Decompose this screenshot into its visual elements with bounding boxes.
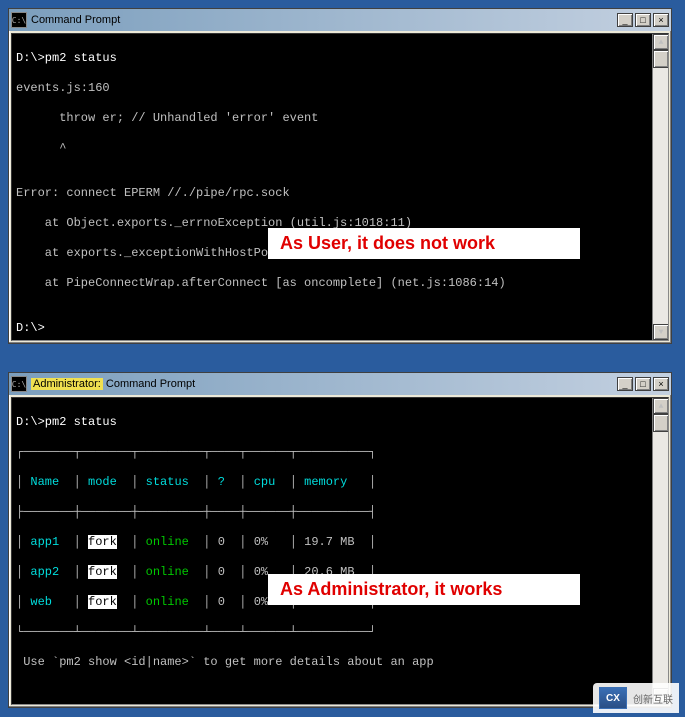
scroll-thumb[interactable] <box>653 50 669 68</box>
col-mode: mode <box>88 475 117 489</box>
close-button[interactable]: × <box>653 13 669 27</box>
cell-mode: fork <box>88 595 117 609</box>
window-title: Command Prompt <box>31 14 615 26</box>
minimize-button[interactable]: _ <box>617 13 633 27</box>
cell-mode: fork <box>88 535 117 549</box>
console-line: D:\>pm2 status <box>16 415 664 430</box>
cell-name: web <box>30 595 52 609</box>
annotation-admin: As Administrator, it works <box>268 574 580 605</box>
watermark-logo-icon: CX <box>599 687 627 709</box>
table-row: │ app1 │ fork │ online │ 0 │ 0% │ 19.7 M… <box>16 535 664 550</box>
console-output[interactable]: D:\>pm2 status ┌───────┬───────┬────────… <box>11 397 669 705</box>
maximize-button[interactable]: □ <box>635 377 651 391</box>
titlebar[interactable]: C:\ Administrator: Command Prompt _ □ × <box>9 373 671 395</box>
cell-name: app1 <box>30 535 59 549</box>
cell-cpu: 0% <box>254 535 268 549</box>
cmd-icon: C:\ <box>11 376 27 392</box>
console-output[interactable]: D:\>pm2 status events.js:160 throw er; /… <box>11 33 669 341</box>
scroll-track[interactable] <box>653 432 668 688</box>
admin-prefix: Administrator: <box>31 378 103 390</box>
scroll-down-icon[interactable]: ▼ <box>653 324 669 340</box>
cell-status: online <box>146 535 189 549</box>
console-line: events.js:160 <box>16 81 664 96</box>
cell-status: online <box>146 565 189 579</box>
window-title: Administrator: Command Prompt <box>31 378 615 390</box>
cell-status: online <box>146 595 189 609</box>
console-line: throw er; // Unhandled 'error' event <box>16 111 664 126</box>
admin-cmd-window: C:\ Administrator: Command Prompt _ □ × … <box>8 372 672 708</box>
console-line: Error: connect EPERM //./pipe/rpc.sock <box>16 186 664 201</box>
console-blank <box>16 685 664 700</box>
cell-q: 0 <box>218 595 225 609</box>
console-line: at PipeConnectWrap.afterConnect [as onco… <box>16 276 664 291</box>
col-cpu: cpu <box>254 475 276 489</box>
table-header-row: │ Name │ mode │ status │ ? │ cpu │ memor… <box>16 475 664 490</box>
console-hint: Use `pm2 show <id|name>` to get more det… <box>16 655 664 670</box>
cell-cpu: 0% <box>254 595 268 609</box>
scroll-track[interactable] <box>653 68 668 324</box>
col-memory: memory <box>304 475 347 489</box>
cell-memory: 19.7 MB <box>304 535 354 549</box>
watermark: CX 创新互联 <box>593 683 679 713</box>
cell-q: 0 <box>218 565 225 579</box>
minimize-button[interactable]: _ <box>617 377 633 391</box>
col-name: Name <box>30 475 59 489</box>
title-rest: Command Prompt <box>103 378 195 390</box>
cell-mode: fork <box>88 565 117 579</box>
close-button[interactable]: × <box>653 377 669 391</box>
window-controls: _ □ × <box>615 13 669 27</box>
window-controls: _ □ × <box>615 377 669 391</box>
console-line: ^ <box>16 141 664 156</box>
table-border: └───────┴───────┴─────────┴────┴──────┴─… <box>16 625 664 640</box>
cmd-icon: C:\ <box>11 12 27 28</box>
watermark-text: 创新互联 <box>633 691 673 706</box>
table-border: ├───────┼───────┼─────────┼────┼──────┼─… <box>16 505 664 520</box>
vertical-scrollbar[interactable]: ▲ ▼ <box>652 34 668 340</box>
col-status: status <box>146 475 189 489</box>
scroll-up-icon[interactable]: ▲ <box>653 398 669 414</box>
titlebar[interactable]: C:\ Command Prompt _ □ × <box>9 9 671 31</box>
vertical-scrollbar[interactable]: ▲ ▼ <box>652 398 668 704</box>
col-q: ? <box>218 475 225 489</box>
console-line: D:\>pm2 status <box>16 51 664 66</box>
user-cmd-window: C:\ Command Prompt _ □ × D:\>pm2 status … <box>8 8 672 344</box>
table-border: ┌───────┬───────┬─────────┬────┬──────┬─… <box>16 445 664 460</box>
scroll-thumb[interactable] <box>653 414 669 432</box>
cell-cpu: 0% <box>254 565 268 579</box>
maximize-button[interactable]: □ <box>635 13 651 27</box>
cell-q: 0 <box>218 535 225 549</box>
console-prompt: D:\> <box>16 321 664 336</box>
annotation-user: As User, it does not work <box>268 228 580 259</box>
cell-name: app2 <box>30 565 59 579</box>
scroll-up-icon[interactable]: ▲ <box>653 34 669 50</box>
